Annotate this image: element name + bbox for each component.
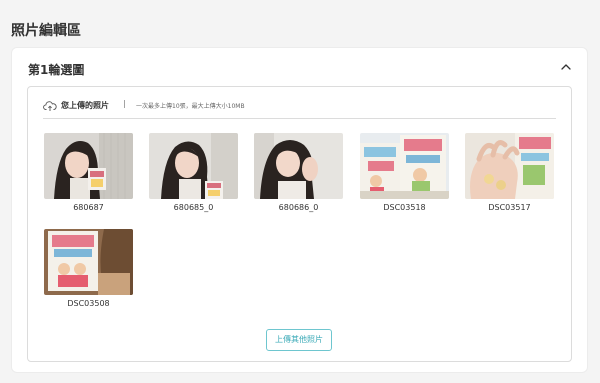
upload-more-photos-button[interactable]: 上傳其他照片 bbox=[266, 329, 332, 351]
round-panel: 第1輪選圖 您上傳的照片 | 一次最多上傳10張，最大上傳大小10MB 6806… bbox=[11, 47, 588, 373]
round-panel-header[interactable]: 第1輪選圖 bbox=[12, 48, 587, 86]
photo-filename: DSC03517 bbox=[488, 203, 531, 212]
photo-thumbnail[interactable]: 680685_0 bbox=[149, 133, 238, 212]
photo-filename: DSC03518 bbox=[383, 203, 426, 212]
photo-thumbnail[interactable]: DSC03508 bbox=[44, 229, 133, 308]
photo-filename: 680686_0 bbox=[278, 203, 319, 212]
photo-image bbox=[149, 133, 238, 199]
header-separator: | bbox=[123, 99, 126, 108]
photo-thumbnail[interactable]: DSC03518 bbox=[360, 133, 449, 212]
photo-filename: 680685_0 bbox=[173, 203, 214, 212]
photo-image bbox=[254, 133, 343, 199]
photo-image bbox=[360, 133, 449, 199]
photo-image bbox=[44, 133, 133, 199]
photo-filename: DSC03508 bbox=[67, 299, 110, 308]
cloud-upload-icon bbox=[43, 101, 57, 111]
round-title: 第1輪選圖 bbox=[28, 63, 85, 77]
photo-thumbnail[interactable]: 680687 bbox=[44, 133, 133, 212]
upload-header: 您上傳的照片 | 一次最多上傳10張，最大上傳大小10MB bbox=[43, 97, 556, 119]
photo-thumbnail[interactable]: 680686_0 bbox=[254, 133, 343, 212]
upload-hint: 一次最多上傳10張，最大上傳大小10MB bbox=[136, 103, 245, 110]
photo-image bbox=[465, 133, 554, 199]
uploaded-photos-box: 您上傳的照片 | 一次最多上傳10張，最大上傳大小10MB 680687 680… bbox=[27, 86, 572, 362]
page-title: 照片編輯區 bbox=[11, 23, 81, 39]
upload-title: 您上傳的照片 bbox=[61, 101, 109, 110]
photo-image bbox=[44, 229, 133, 295]
chevron-up-icon bbox=[561, 64, 571, 70]
photo-thumbnail[interactable]: DSC03517 bbox=[465, 133, 554, 212]
photo-filename: 680687 bbox=[73, 203, 104, 212]
collapse-button[interactable] bbox=[555, 56, 577, 78]
